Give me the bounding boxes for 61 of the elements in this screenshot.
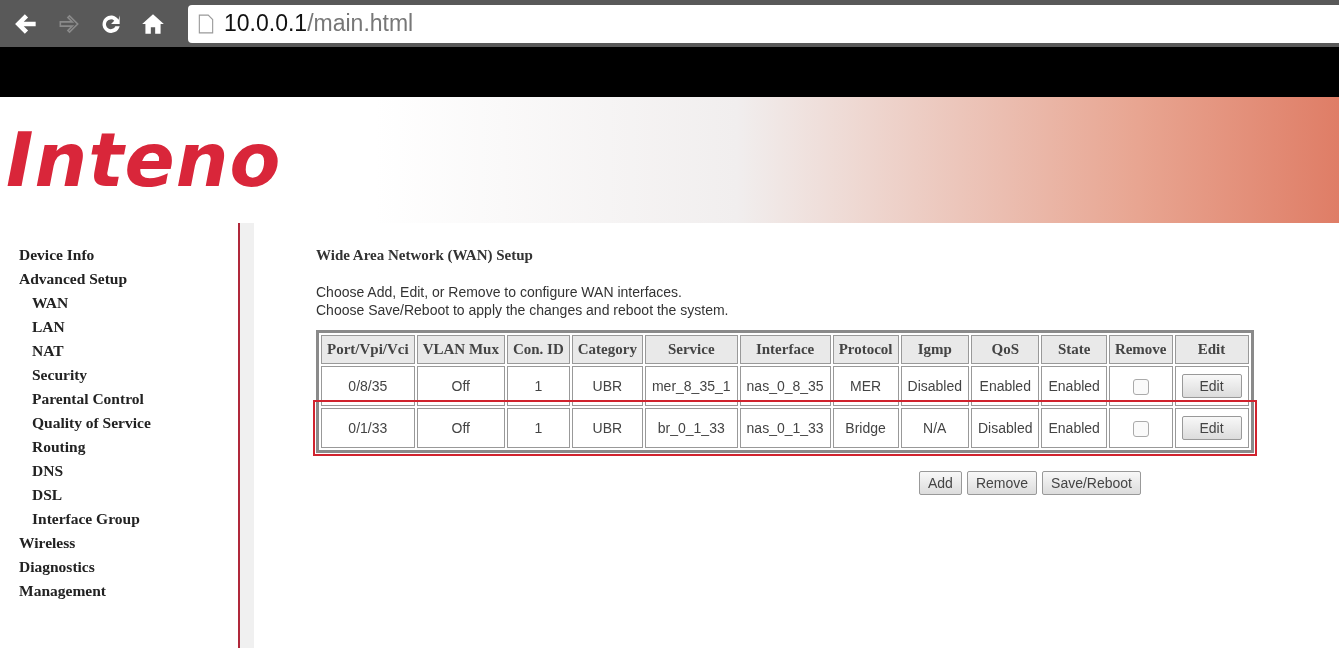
sidebar-item[interactable]: Diagnostics bbox=[19, 555, 238, 579]
column-header: Category bbox=[571, 335, 643, 364]
table-cell: UBR bbox=[571, 366, 643, 406]
table-cell: Enabled bbox=[1041, 408, 1107, 448]
table-cell: 1 bbox=[506, 366, 570, 406]
page-title: Wide Area Network (WAN) Setup bbox=[316, 247, 534, 264]
page-icon bbox=[198, 13, 214, 34]
column-header: Remove bbox=[1108, 335, 1173, 364]
table-cell: Enabled bbox=[971, 366, 1040, 406]
sidebar-subitem[interactable]: NAT bbox=[19, 339, 238, 363]
sidebar-subitem[interactable]: Parental Control bbox=[19, 387, 238, 411]
sidebar-subitem[interactable]: DNS bbox=[19, 459, 238, 483]
table-cell: Off bbox=[416, 366, 505, 406]
address-bar[interactable]: 10.0.0.1/main.html bbox=[188, 4, 1339, 43]
remove-checkbox[interactable] bbox=[1132, 378, 1149, 395]
table-cell: Off bbox=[416, 408, 505, 448]
column-header: VLAN Mux bbox=[416, 335, 505, 364]
sidebar-subitem[interactable]: DSL bbox=[19, 483, 238, 507]
logo: Inteno bbox=[6, 123, 282, 197]
sidebar-item[interactable]: Device Info bbox=[19, 243, 238, 267]
table-cell: Disabled bbox=[900, 366, 969, 406]
description-text: Choose Add, Edit, or Remove to configure WAN interfaces. bbox=[316, 283, 683, 301]
sidebar-item[interactable]: Management bbox=[19, 579, 238, 603]
table-cell: Bridge bbox=[832, 408, 899, 448]
table-cell: N/A bbox=[900, 408, 969, 448]
action-button[interactable]: Save/Reboot bbox=[1042, 471, 1141, 495]
table-cell: 0/1/33 bbox=[321, 408, 415, 448]
remove-checkbox[interactable] bbox=[1132, 420, 1149, 437]
column-header: QoS bbox=[971, 335, 1040, 364]
table-cell: MER bbox=[832, 366, 899, 406]
table-cell: Disabled bbox=[971, 408, 1040, 448]
sidebar-item[interactable]: Wireless bbox=[19, 531, 238, 555]
table-cell: UBR bbox=[571, 408, 643, 448]
column-header: Protocol bbox=[832, 335, 899, 364]
column-header: Igmp bbox=[900, 335, 969, 364]
sidebar-subitem[interactable]: Security bbox=[19, 363, 238, 387]
sidebar-subitem[interactable]: Routing bbox=[19, 435, 238, 459]
table-cell: 1 bbox=[506, 408, 570, 448]
table-cell: Enabled bbox=[1041, 366, 1107, 406]
sidebar-subitem[interactable]: WAN bbox=[19, 291, 238, 315]
column-header: State bbox=[1041, 335, 1107, 364]
column-header: Port/Vpi/Vci bbox=[321, 335, 415, 364]
action-button[interactable]: Add bbox=[919, 471, 962, 495]
action-button[interactable]: Remove bbox=[966, 471, 1038, 495]
description-text: Choose Save/Reboot to apply the changes and reboot the system. bbox=[316, 301, 730, 319]
table-cell: nas_0_1_33 bbox=[739, 408, 831, 448]
column-header: Edit bbox=[1174, 335, 1249, 364]
column-header: Interface bbox=[739, 335, 831, 364]
table-cell: 0/8/35 bbox=[321, 366, 415, 406]
edit-button[interactable]: Edit bbox=[1181, 416, 1242, 440]
sidebar-item[interactable]: Advanced Setup bbox=[19, 267, 238, 291]
table-cell: br_0_1_33 bbox=[644, 408, 738, 448]
sidebar-subitem[interactable]: LAN bbox=[19, 315, 238, 339]
edit-button[interactable]: Edit bbox=[1181, 374, 1242, 398]
url-text: 10.0.0.1/main.html bbox=[224, 10, 414, 37]
sidebar-subitem[interactable]: Interface Group bbox=[19, 507, 238, 531]
sidebar-subitem[interactable]: Quality of Service bbox=[19, 411, 238, 435]
table-cell: nas_0_8_35 bbox=[739, 366, 831, 406]
table-cell: mer_8_35_1 bbox=[644, 366, 738, 406]
column-header: Service bbox=[644, 335, 738, 364]
column-header: Con. ID bbox=[506, 335, 570, 364]
